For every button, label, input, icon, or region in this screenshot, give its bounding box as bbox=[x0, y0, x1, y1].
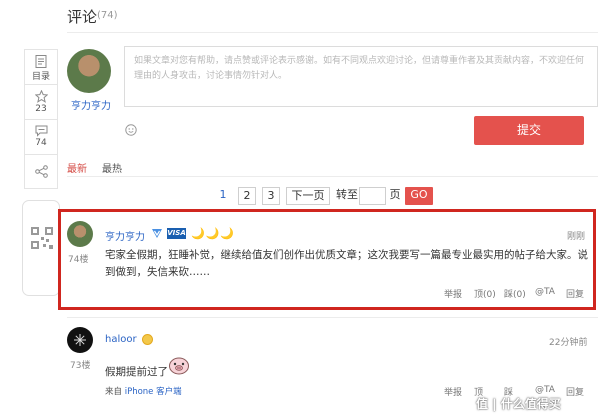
avatar[interactable] bbox=[67, 221, 93, 247]
page-2-link[interactable]: 2 bbox=[238, 187, 256, 205]
document-icon bbox=[35, 55, 47, 68]
submit-button[interactable]: 提交 bbox=[474, 116, 584, 145]
qr-code-icon bbox=[31, 227, 53, 249]
floor-number: 74楼 bbox=[68, 255, 89, 265]
go-button[interactable]: GO bbox=[405, 187, 433, 205]
toolbar-share-button[interactable] bbox=[25, 155, 57, 188]
downvote-button[interactable]: 踩(0) bbox=[504, 287, 526, 300]
favorite-count: 23 bbox=[35, 104, 47, 114]
current-user-avatar[interactable] bbox=[67, 49, 111, 93]
tab-newest[interactable]: 最新 bbox=[67, 160, 87, 175]
avatar[interactable] bbox=[67, 327, 93, 353]
page-unit-label: 页 bbox=[389, 188, 401, 201]
comment-author[interactable]: 亨力亨力 bbox=[105, 228, 145, 243]
report-button[interactable]: 举报 bbox=[444, 385, 462, 398]
left-toolbar: 目录 23 74 bbox=[24, 49, 58, 189]
header-divider bbox=[67, 32, 598, 33]
pig-emoji-sticker-icon bbox=[169, 357, 189, 375]
visa-badge: VISA bbox=[167, 228, 186, 239]
next-page-button[interactable]: 下一页 bbox=[286, 187, 330, 205]
current-user-name[interactable]: 亨力亨力 bbox=[71, 97, 111, 112]
share-icon bbox=[34, 165, 48, 178]
upvote-button[interactable]: 顶(0) bbox=[474, 287, 496, 300]
comment-divider bbox=[67, 317, 598, 318]
site-watermark: 值 | 什么值得买 bbox=[476, 397, 561, 411]
comment-time: 刚刚 bbox=[567, 232, 586, 242]
comment-icon bbox=[35, 125, 47, 137]
comment-text: 宅家全假期，狂睡补觉，继续给值友们创作出优质文章；这次我要写一篇最专业最实用的帖… bbox=[105, 249, 588, 278]
reply-button[interactable]: 回复 bbox=[566, 385, 584, 398]
medal-icon bbox=[142, 334, 153, 345]
comments-count: (74) bbox=[97, 10, 118, 21]
goto-label: 转至 bbox=[336, 188, 358, 201]
toolbar-toc-label: 目录 bbox=[31, 72, 50, 82]
level-moon-icons: 🌙🌙🌙 bbox=[191, 227, 236, 240]
page-1-link[interactable]: 1 bbox=[216, 187, 230, 205]
comment-actions: 举报 顶(0) 踩(0) @TA 回复 bbox=[0, 287, 600, 300]
comment-count: 74 bbox=[35, 138, 47, 148]
tabs-divider bbox=[67, 176, 598, 177]
toolbar-toc-button[interactable]: 目录 bbox=[25, 50, 57, 85]
toolbar-favorite-button[interactable]: 23 bbox=[25, 85, 57, 120]
comments-title: 评论 bbox=[67, 8, 98, 26]
toolbar-comment-button[interactable]: 74 bbox=[25, 120, 57, 155]
page-3-link[interactable]: 3 bbox=[262, 187, 280, 205]
verified-icon bbox=[152, 229, 162, 238]
page-number-input[interactable] bbox=[359, 187, 386, 205]
report-button[interactable]: 举报 bbox=[444, 287, 462, 300]
comment-text: 假期提前过了 bbox=[105, 366, 168, 378]
comment-time: 22分钟前 bbox=[549, 338, 588, 348]
comment-input[interactable]: 如果文章对您有帮助，请点赞或评论表示感谢。如有不同观点欢迎讨论，但请尊重作者及其… bbox=[124, 46, 598, 107]
mention-button[interactable]: @TA bbox=[535, 385, 555, 395]
emoji-icon[interactable] bbox=[125, 124, 137, 136]
tab-hottest[interactable]: 最热 bbox=[102, 160, 122, 175]
mention-button[interactable]: @TA bbox=[535, 287, 555, 297]
star-icon bbox=[34, 90, 48, 103]
reply-button[interactable]: 回复 bbox=[566, 287, 584, 300]
comment-author[interactable]: haloor bbox=[105, 334, 137, 345]
floor-number: 73楼 bbox=[70, 361, 91, 371]
avatar-burst-icon bbox=[74, 334, 86, 346]
